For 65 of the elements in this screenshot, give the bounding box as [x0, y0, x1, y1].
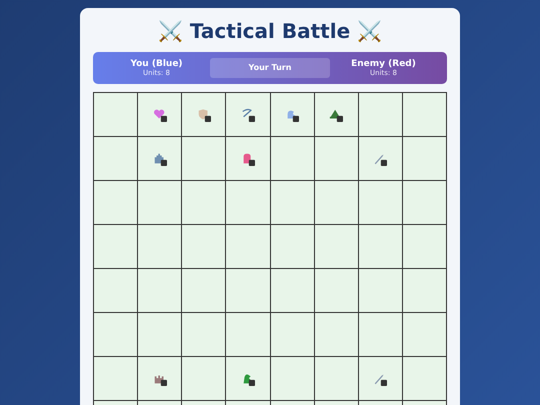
board-cell[interactable]	[182, 93, 226, 136]
board-cell[interactable]	[314, 93, 358, 136]
board-cell[interactable]	[358, 357, 402, 400]
board-cell[interactable]	[270, 313, 314, 356]
board-cell[interactable]	[314, 313, 358, 356]
board-cell[interactable]	[182, 313, 226, 356]
board-cell[interactable]	[402, 137, 446, 180]
board-cell[interactable]	[226, 93, 270, 136]
board-cell[interactable]	[270, 137, 314, 180]
board-cell[interactable]	[138, 181, 182, 224]
board-cell[interactable]	[138, 225, 182, 268]
player-name: You (Blue)	[130, 59, 183, 69]
board-cell[interactable]	[138, 93, 182, 136]
board-cell[interactable]	[226, 137, 270, 180]
board-cell[interactable]	[314, 269, 358, 312]
board-cell[interactable]	[226, 313, 270, 356]
board-cell[interactable]	[358, 225, 402, 268]
board-cell[interactable]	[402, 313, 446, 356]
board-cell[interactable]	[182, 225, 226, 268]
board-cell[interactable]	[402, 93, 446, 136]
board-cell[interactable]	[94, 93, 138, 136]
board-cell[interactable]	[94, 225, 138, 268]
board-cell[interactable]	[226, 357, 270, 400]
shield-icon	[196, 108, 211, 122]
board-cell[interactable]	[94, 137, 138, 180]
board-cell[interactable]	[270, 225, 314, 268]
board-cell[interactable]	[182, 357, 226, 400]
board-cell[interactable]	[138, 313, 182, 356]
board-cell[interactable]	[358, 269, 402, 312]
board-cell[interactable]	[402, 269, 446, 312]
board-cell[interactable]	[138, 269, 182, 312]
enemy-name: Enemy (Red)	[351, 59, 416, 69]
board-cell[interactable]	[402, 357, 446, 400]
board-cell[interactable]	[358, 93, 402, 136]
board-cell[interactable]	[94, 269, 138, 312]
heart-icon	[152, 108, 167, 122]
board-cell[interactable]	[138, 357, 182, 400]
board-cell[interactable]	[402, 181, 446, 224]
board-cell[interactable]	[226, 181, 270, 224]
tower-icon	[152, 152, 167, 166]
board-cell[interactable]	[270, 269, 314, 312]
board-cell[interactable]	[182, 269, 226, 312]
board-cell[interactable]	[94, 313, 138, 356]
board-cell[interactable]	[314, 357, 358, 400]
board-cell[interactable]	[182, 137, 226, 180]
turn-indicator: Your Turn	[210, 58, 330, 78]
board-cell[interactable]	[94, 357, 138, 400]
board-cell[interactable]	[270, 181, 314, 224]
board-cell[interactable]	[314, 137, 358, 180]
board-cell[interactable]	[402, 225, 446, 268]
board-cell[interactable]	[94, 181, 138, 224]
board-cell[interactable]	[138, 137, 182, 180]
board-cell[interactable]	[270, 93, 314, 136]
board-cell[interactable]	[358, 137, 402, 180]
board-cell[interactable]	[182, 181, 226, 224]
game-title: ⚔ Tactical Battle ⚔	[156, 18, 384, 44]
wizard-hat-icon	[329, 108, 344, 122]
board-cell[interactable]	[314, 181, 358, 224]
board-cell[interactable]	[270, 357, 314, 400]
board-cell[interactable]	[226, 269, 270, 312]
board-cell[interactable]	[358, 181, 402, 224]
board-cell[interactable]	[358, 313, 402, 356]
board-cell[interactable]	[314, 225, 358, 268]
bow-icon	[240, 108, 255, 122]
board-cell[interactable]	[226, 225, 270, 268]
